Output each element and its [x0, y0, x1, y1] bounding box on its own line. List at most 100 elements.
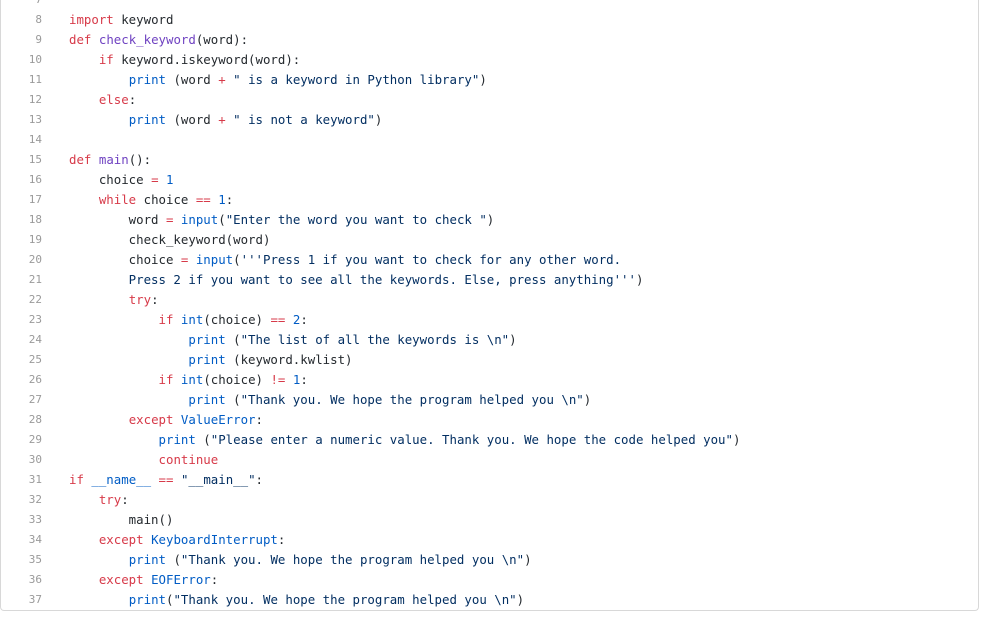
token-text: (): — [128, 152, 152, 167]
line-number[interactable]: 36 — [1, 570, 42, 590]
line-number[interactable]: 31 — [1, 470, 42, 490]
token-text: (word — [166, 112, 219, 127]
line-number[interactable]: 16 — [1, 170, 42, 190]
token-builtin: print — [188, 332, 226, 347]
line-number[interactable]: 34 — [1, 530, 42, 550]
line-code: if int(choice) == 2: — [69, 310, 308, 330]
token-text: (word): — [195, 32, 249, 47]
line-number[interactable]: 19 — [1, 230, 42, 250]
token-text: ) — [635, 272, 644, 287]
line-number[interactable]: 15 — [1, 150, 42, 170]
token-keyword: if — [158, 312, 174, 327]
token-keyword: continue — [158, 452, 219, 467]
line-number[interactable]: 9 — [1, 30, 42, 50]
line-number[interactable]: 7 — [1, 0, 42, 10]
token-string: '''Press 1 if you want to check for any … — [240, 252, 622, 267]
line-code: except ValueError: — [69, 410, 263, 430]
line-code: try: — [69, 290, 159, 310]
token-builtin: print — [128, 592, 166, 607]
line-number[interactable]: 30 — [1, 450, 42, 470]
line-number[interactable]: 21 — [1, 270, 42, 290]
token-builtin: print — [188, 352, 226, 367]
token-text: : — [210, 572, 219, 587]
line-code: check_keyword(word) — [69, 230, 271, 250]
token-string: "Thank you. We hope the program helped y… — [180, 552, 525, 567]
token-text: ) — [374, 112, 383, 127]
token-builtin: __name__ — [91, 472, 152, 487]
token-operator: == — [158, 472, 174, 487]
token-string: Press 2 if you want to see all the keywo… — [69, 272, 636, 287]
line-number[interactable]: 26 — [1, 370, 42, 390]
token-operator: == — [270, 312, 286, 327]
line-code: print (word + " is not a keyword") — [69, 110, 383, 130]
token-text: ) — [486, 212, 495, 227]
token-text: (keyword.kwlist) — [225, 352, 353, 367]
token-builtin: print — [128, 72, 166, 87]
line-code: choice = input('''Press 1 if you want to… — [69, 250, 621, 270]
line-number[interactable]: 33 — [1, 510, 42, 530]
token-text: ( — [225, 392, 241, 407]
line-number[interactable]: 13 — [1, 110, 42, 130]
line-number[interactable]: 18 — [1, 210, 42, 230]
line-code: def check_keyword(word): — [69, 30, 248, 50]
line-number[interactable]: 25 — [1, 350, 42, 370]
token-keyword: import — [69, 12, 114, 27]
line-number[interactable]: 8 — [1, 10, 42, 30]
token-text: ) — [732, 432, 741, 447]
line-number[interactable]: 22 — [1, 290, 42, 310]
line-number[interactable]: 17 — [1, 190, 42, 210]
token-keyword: try — [98, 492, 122, 507]
token-operator: + — [218, 72, 226, 87]
line-number[interactable]: 14 — [1, 130, 42, 150]
line-number[interactable]: 29 — [1, 430, 42, 450]
line-number[interactable]: 12 — [1, 90, 42, 110]
line-code: continue — [69, 450, 219, 470]
token-text: choice — [69, 172, 152, 187]
line-number[interactable]: 24 — [1, 330, 42, 350]
token-text: ( — [195, 432, 211, 447]
token-text: choice — [69, 252, 181, 267]
line-number[interactable]: 11 — [1, 70, 42, 90]
token-operator: = — [151, 172, 159, 187]
line-number[interactable]: 27 — [1, 390, 42, 410]
code-viewer[interactable]: 78 import keyword 9 def check_keyword(word)… — [0, 0, 979, 611]
token-keyword: if — [158, 372, 174, 387]
line-number[interactable]: 10 — [1, 50, 42, 70]
line-code: print ("Thank you. We hope the program h… — [69, 390, 591, 410]
token-text: ( — [225, 332, 241, 347]
line-number[interactable]: 32 — [1, 490, 42, 510]
token-text: ) — [479, 72, 487, 87]
token-text: : — [225, 192, 234, 207]
token-keyword: while — [98, 192, 137, 207]
token-builtin: int — [180, 372, 204, 387]
token-builtin: print — [128, 552, 166, 567]
token-keyword: except — [128, 412, 174, 427]
token-string: " is a keyword in Python library" — [233, 72, 480, 87]
token-text: ) — [516, 592, 525, 607]
line-number[interactable]: 20 — [1, 250, 42, 270]
line-code: import keyword — [69, 10, 173, 30]
line-number[interactable]: 35 — [1, 550, 42, 570]
line-code: print (word + " is a keyword in Python l… — [69, 70, 487, 90]
token-text: keyword.iskeyword(word): — [113, 52, 301, 67]
token-operator: != — [270, 372, 286, 387]
line-code: if keyword.iskeyword(word): — [69, 50, 300, 70]
line-number[interactable]: 37 — [1, 590, 42, 610]
line-number[interactable]: 23 — [1, 310, 42, 330]
token-keyword: def — [69, 152, 92, 167]
line-number[interactable]: 28 — [1, 410, 42, 430]
